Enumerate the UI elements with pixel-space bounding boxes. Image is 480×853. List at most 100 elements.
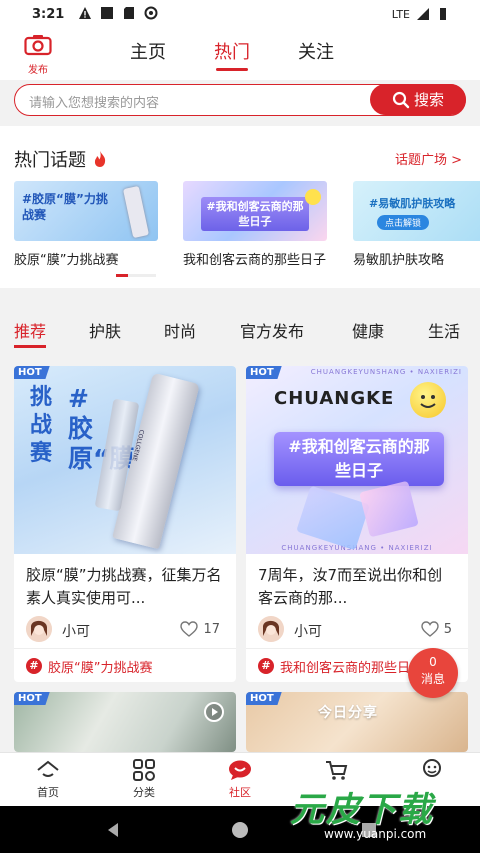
heart-icon <box>180 621 199 637</box>
hashtag-icon: # <box>258 658 274 674</box>
warning-icon <box>79 7 91 19</box>
message-bubble[interactable]: 0 消息 <box>408 648 458 698</box>
hashtag-icon: # <box>26 658 42 674</box>
tab-follow[interactable]: 关注 <box>298 38 334 64</box>
heart-icon <box>421 621 439 637</box>
nav-home-label: 首页 <box>37 786 59 799</box>
product-tube <box>122 185 150 239</box>
topic-card[interactable]: #我和创客云商的那些日子 我和创客云商的那些日子 <box>183 181 327 268</box>
nav-cart[interactable] <box>306 759 366 784</box>
home-icon <box>37 760 59 777</box>
post-topic-tag[interactable]: # 胶原“膜”力挑战赛 <box>14 648 236 682</box>
post-image-text: #我和创客云商的那些日子 <box>274 432 444 486</box>
topic-card[interactable]: #易敏肌护肤攻略 点击解锁 易敏肌护肤攻略 <box>353 181 480 268</box>
nav-community[interactable]: 社区 <box>210 759 270 800</box>
avatar[interactable] <box>26 616 52 642</box>
search-button[interactable]: 搜索 <box>370 84 466 115</box>
post-card[interactable]: 挑战赛 #胶原“膜”力 COLLGENE HOT 胶原“膜”力挑战赛，征集万名素… <box>14 366 236 682</box>
hot-badge: HOT <box>246 692 282 705</box>
topic-card-image: #我和创客云商的那些日子 <box>183 181 327 241</box>
nav-community-label: 社区 <box>229 786 251 799</box>
top-header: 发布 主页 热门 关注 <box>0 30 480 80</box>
nav-category-label: 分类 <box>133 786 155 799</box>
topic-image-text: #胶原“膜”力挑战赛 <box>22 192 108 222</box>
smiley-icon <box>410 382 446 418</box>
cart-icon <box>326 761 348 780</box>
hot-topics-title: 热门话题 <box>14 146 108 172</box>
post-topic-label: 我和创客云商的那些日子 <box>280 661 424 676</box>
battery-icon <box>440 8 446 20</box>
nav-home[interactable]: 首页 <box>18 759 78 800</box>
signal-icon <box>417 8 429 20</box>
avatar[interactable] <box>258 616 284 642</box>
post-image-text: 今日分享 <box>318 705 378 721</box>
post-image: 今日分享 HOT <box>246 692 468 752</box>
status-time: 3:21 <box>32 7 65 22</box>
nav-profile[interactable] <box>402 759 462 784</box>
avatar-image <box>258 616 284 642</box>
category-tab[interactable]: 生活 <box>428 318 460 342</box>
post-topic-label: 胶原“膜”力挑战赛 <box>48 661 153 676</box>
post-description: 胶原“膜”力挑战赛，征集万名素人真实使用可... <box>26 566 222 607</box>
network-label: LTE <box>391 7 410 21</box>
search-button-label: 搜索 <box>413 91 444 109</box>
category-tab[interactable]: 官方发布 <box>240 318 304 342</box>
hot-topics-title-text: 热门话题 <box>14 150 86 171</box>
publish-button[interactable]: 发布 <box>18 34 58 76</box>
message-label: 消息 <box>420 672 445 686</box>
square-icon <box>101 7 113 19</box>
hot-badge: HOT <box>14 692 50 705</box>
post-username[interactable]: 小可 <box>294 621 322 641</box>
topic-card[interactable]: #胶原“膜”力挑战赛 胶原“膜”力挑战赛 <box>14 181 158 268</box>
unlock-badge: 点击解锁 <box>377 215 430 230</box>
category-tab[interactable]: 护肤 <box>89 318 121 342</box>
carousel-indicator <box>116 274 156 277</box>
category-icon <box>133 759 155 781</box>
topic-card-image: #胶原“膜”力挑战赛 <box>14 181 158 241</box>
like-count: 5 <box>443 621 452 637</box>
topic-card-label: 我和创客云商的那些日子 <box>183 253 327 268</box>
post-username[interactable]: 小可 <box>62 621 90 641</box>
community-icon <box>229 760 251 780</box>
camera-icon <box>24 35 52 56</box>
like-count: 17 <box>203 621 220 637</box>
like-button[interactable]: 17 <box>180 621 220 637</box>
nav-category[interactable]: 分类 <box>114 759 174 800</box>
category-tab[interactable]: 推荐 <box>14 318 47 348</box>
post-meta: 小可 5 <box>246 612 468 648</box>
status-bar: 3:21 LTE <box>0 0 480 30</box>
top-tabs: 主页 热门 关注 <box>130 38 334 71</box>
tab-hot[interactable]: 热门 <box>214 38 250 71</box>
topic-card-label: 胶原“膜”力挑战赛 <box>14 253 119 268</box>
like-button[interactable]: 5 <box>421 621 452 637</box>
avatar-image <box>26 616 52 642</box>
post-image: HOT <box>14 692 236 752</box>
post-image-side-text: 挑战赛 <box>30 385 53 466</box>
post-image-text: #胶原“膜”力 <box>68 384 176 473</box>
post-card[interactable]: HOT <box>14 692 236 752</box>
post-card[interactable]: 今日分享 HOT <box>246 692 468 752</box>
home-button-icon[interactable] <box>231 821 249 839</box>
hot-badge: HOT <box>246 366 282 379</box>
profile-icon <box>423 759 441 777</box>
publish-label: 发布 <box>28 65 48 76</box>
post-image-title: CHUANGKE <box>274 388 395 409</box>
topic-plaza-link[interactable]: 话题广场 > <box>395 149 462 168</box>
search-icon <box>392 91 410 108</box>
smiley-icon <box>305 189 321 205</box>
post-image: CHUANGKEYUNSHANG • NAXIERIZI CHUANGKEYUN… <box>246 366 468 554</box>
post-card[interactable]: CHUANGKEYUNSHANG • NAXIERIZI CHUANGKEYUN… <box>246 366 468 682</box>
sdcard-icon <box>124 7 134 19</box>
search-bar[interactable]: 请输入您想搜索的内容 搜索 <box>14 84 466 116</box>
message-count: 0 <box>429 655 437 669</box>
hot-badge: HOT <box>14 366 50 379</box>
sync-icon <box>144 6 158 20</box>
topic-image-text: #易敏肌护肤攻略 <box>369 197 456 210</box>
back-icon[interactable] <box>104 821 122 839</box>
tab-home[interactable]: 主页 <box>130 38 166 64</box>
category-tab[interactable]: 健康 <box>352 318 384 342</box>
watermark-url: www.yuanpi.com <box>324 827 427 841</box>
search-input[interactable]: 请输入您想搜索的内容 <box>29 92 159 111</box>
category-tab[interactable]: 时尚 <box>164 318 196 342</box>
decorative-cube <box>296 485 370 551</box>
